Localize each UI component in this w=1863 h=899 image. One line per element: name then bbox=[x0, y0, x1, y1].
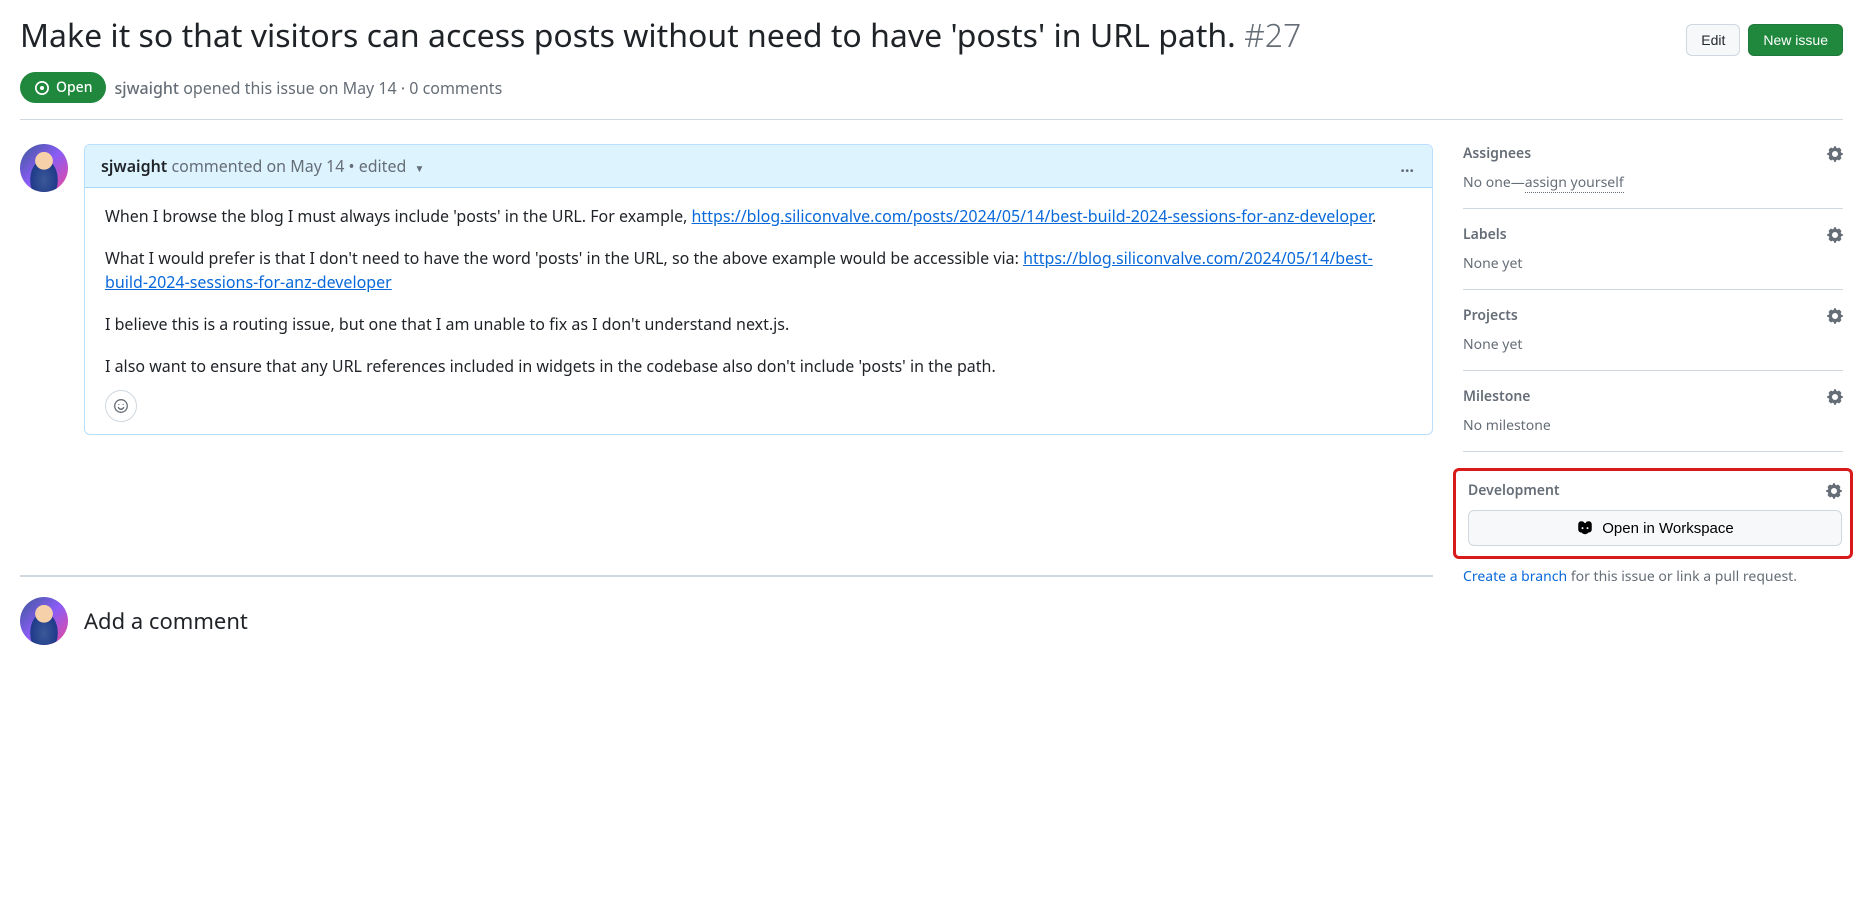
avatar[interactable] bbox=[20, 144, 68, 192]
comments-count: 0 comments bbox=[409, 77, 502, 99]
avatar[interactable] bbox=[20, 597, 68, 645]
comment-author[interactable]: sjwaight bbox=[101, 155, 167, 177]
sidebar-assignees: Assignees No one—assign yourself bbox=[1463, 144, 1843, 209]
gear-icon[interactable] bbox=[1827, 146, 1843, 162]
sidebar-development: Development Open in Workspace Create a b… bbox=[1463, 452, 1843, 602]
gear-icon[interactable] bbox=[1826, 483, 1842, 499]
comment-date: on May 14 bbox=[267, 155, 345, 177]
issue-title: Make it so that visitors can access post… bbox=[20, 16, 1670, 56]
issue-title-text: Make it so that visitors can access post… bbox=[20, 14, 1236, 57]
timeline-item: sjwaight commented on May 14 • edited ▼ … bbox=[20, 144, 1433, 435]
edit-button[interactable]: Edit bbox=[1686, 24, 1740, 56]
issue-author[interactable]: sjwaight bbox=[114, 77, 179, 99]
sidebar-milestone: Milestone No milestone bbox=[1463, 371, 1843, 452]
labels-title: Labels bbox=[1463, 225, 1507, 244]
comment-header: sjwaight commented on May 14 • edited ▼ … bbox=[85, 145, 1432, 188]
main-column: sjwaight commented on May 14 • edited ▼ … bbox=[20, 144, 1433, 645]
new-issue-button[interactable]: New issue bbox=[1748, 24, 1843, 56]
kebab-menu-icon[interactable]: … bbox=[1400, 155, 1416, 177]
title-actions: Edit New issue bbox=[1686, 16, 1843, 56]
issue-title-row: Make it so that visitors can access post… bbox=[20, 16, 1843, 64]
projects-title: Projects bbox=[1463, 306, 1518, 325]
comment-body: When I browse the blog I must always inc… bbox=[85, 188, 1432, 434]
open-in-workspace-button[interactable]: Open in Workspace bbox=[1468, 510, 1842, 546]
sidebar: Assignees No one—assign yourself Labels … bbox=[1463, 144, 1843, 602]
copilot-icon bbox=[1576, 519, 1594, 537]
comment-box: sjwaight commented on May 14 • edited ▼ … bbox=[84, 144, 1433, 435]
create-branch-link[interactable]: Create a branch bbox=[1463, 567, 1567, 586]
development-title: Development bbox=[1468, 481, 1560, 500]
development-highlight-box: Development Open in Workspace bbox=[1453, 468, 1853, 559]
edited-label[interactable]: edited bbox=[359, 155, 407, 177]
add-comment-row: Add a comment bbox=[20, 597, 1433, 645]
state-label: Open bbox=[56, 78, 92, 97]
issue-meta-row: Open sjwaight opened this issue on May 1… bbox=[20, 72, 1843, 103]
issue-byline: sjwaight opened this issue on May 14 · 0… bbox=[114, 77, 502, 99]
gear-icon[interactable] bbox=[1827, 227, 1843, 243]
body-link-1[interactable]: https://blog.siliconvalve.com/posts/2024… bbox=[692, 205, 1372, 227]
add-comment-heading: Add a comment bbox=[84, 606, 248, 636]
milestone-title: Milestone bbox=[1463, 387, 1530, 406]
header-divider bbox=[20, 119, 1843, 120]
issue-open-icon bbox=[34, 80, 50, 96]
assignees-title: Assignees bbox=[1463, 144, 1531, 163]
state-badge: Open bbox=[20, 72, 106, 103]
sidebar-labels: Labels None yet bbox=[1463, 209, 1843, 290]
chevron-down-icon[interactable]: ▼ bbox=[415, 161, 425, 175]
smiley-icon bbox=[113, 398, 129, 414]
main-divider bbox=[20, 575, 1433, 577]
development-footer: Create a branch for this issue or link a… bbox=[1463, 567, 1843, 586]
assign-yourself-link[interactable]: assign yourself bbox=[1525, 173, 1624, 193]
layout: sjwaight commented on May 14 • edited ▼ … bbox=[20, 144, 1843, 645]
add-reaction-button[interactable] bbox=[105, 390, 137, 422]
issue-number: #27 bbox=[1244, 14, 1301, 57]
gear-icon[interactable] bbox=[1827, 308, 1843, 324]
gear-icon[interactable] bbox=[1827, 389, 1843, 405]
comment-byline: sjwaight commented on May 14 • edited ▼ bbox=[101, 155, 424, 177]
sidebar-projects: Projects None yet bbox=[1463, 290, 1843, 371]
